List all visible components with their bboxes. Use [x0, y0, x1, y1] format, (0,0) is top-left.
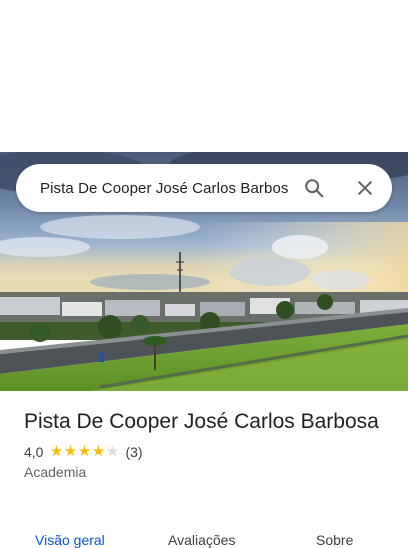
place-tabs: Visão geral Avaliações Sobre [0, 528, 408, 548]
star-icon: ★ [105, 443, 120, 460]
place-category[interactable]: Academia [24, 464, 394, 480]
tab-about[interactable]: Sobre [316, 532, 353, 548]
rating-row[interactable]: 4,0 ★ ★ ★ ★ ★ (3) [24, 444, 394, 460]
place-title: Pista De Cooper José Carlos Barbosa [24, 410, 379, 433]
search-input[interactable]: Pista De Cooper José Carlos Barbos [40, 180, 288, 197]
star-icon: ★ [77, 443, 92, 460]
close-icon[interactable] [353, 176, 377, 200]
star-rating: ★ ★ ★ ★ ★ [49, 443, 120, 460]
map-blank-area [0, 0, 408, 152]
star-icon: ★ [49, 443, 64, 460]
tab-overview[interactable]: Visão geral [35, 532, 105, 548]
place-info: Pista De Cooper José Carlos Barbosa 4,0 … [24, 407, 394, 480]
star-icon: ★ [91, 443, 106, 460]
search-icon[interactable] [302, 176, 326, 200]
star-icon: ★ [63, 443, 78, 460]
rating-value: 4,0 [24, 444, 44, 460]
tab-reviews[interactable]: Avaliações [168, 532, 235, 548]
search-bar[interactable]: Pista De Cooper José Carlos Barbos [16, 164, 392, 212]
review-count[interactable]: (3) [125, 444, 142, 460]
